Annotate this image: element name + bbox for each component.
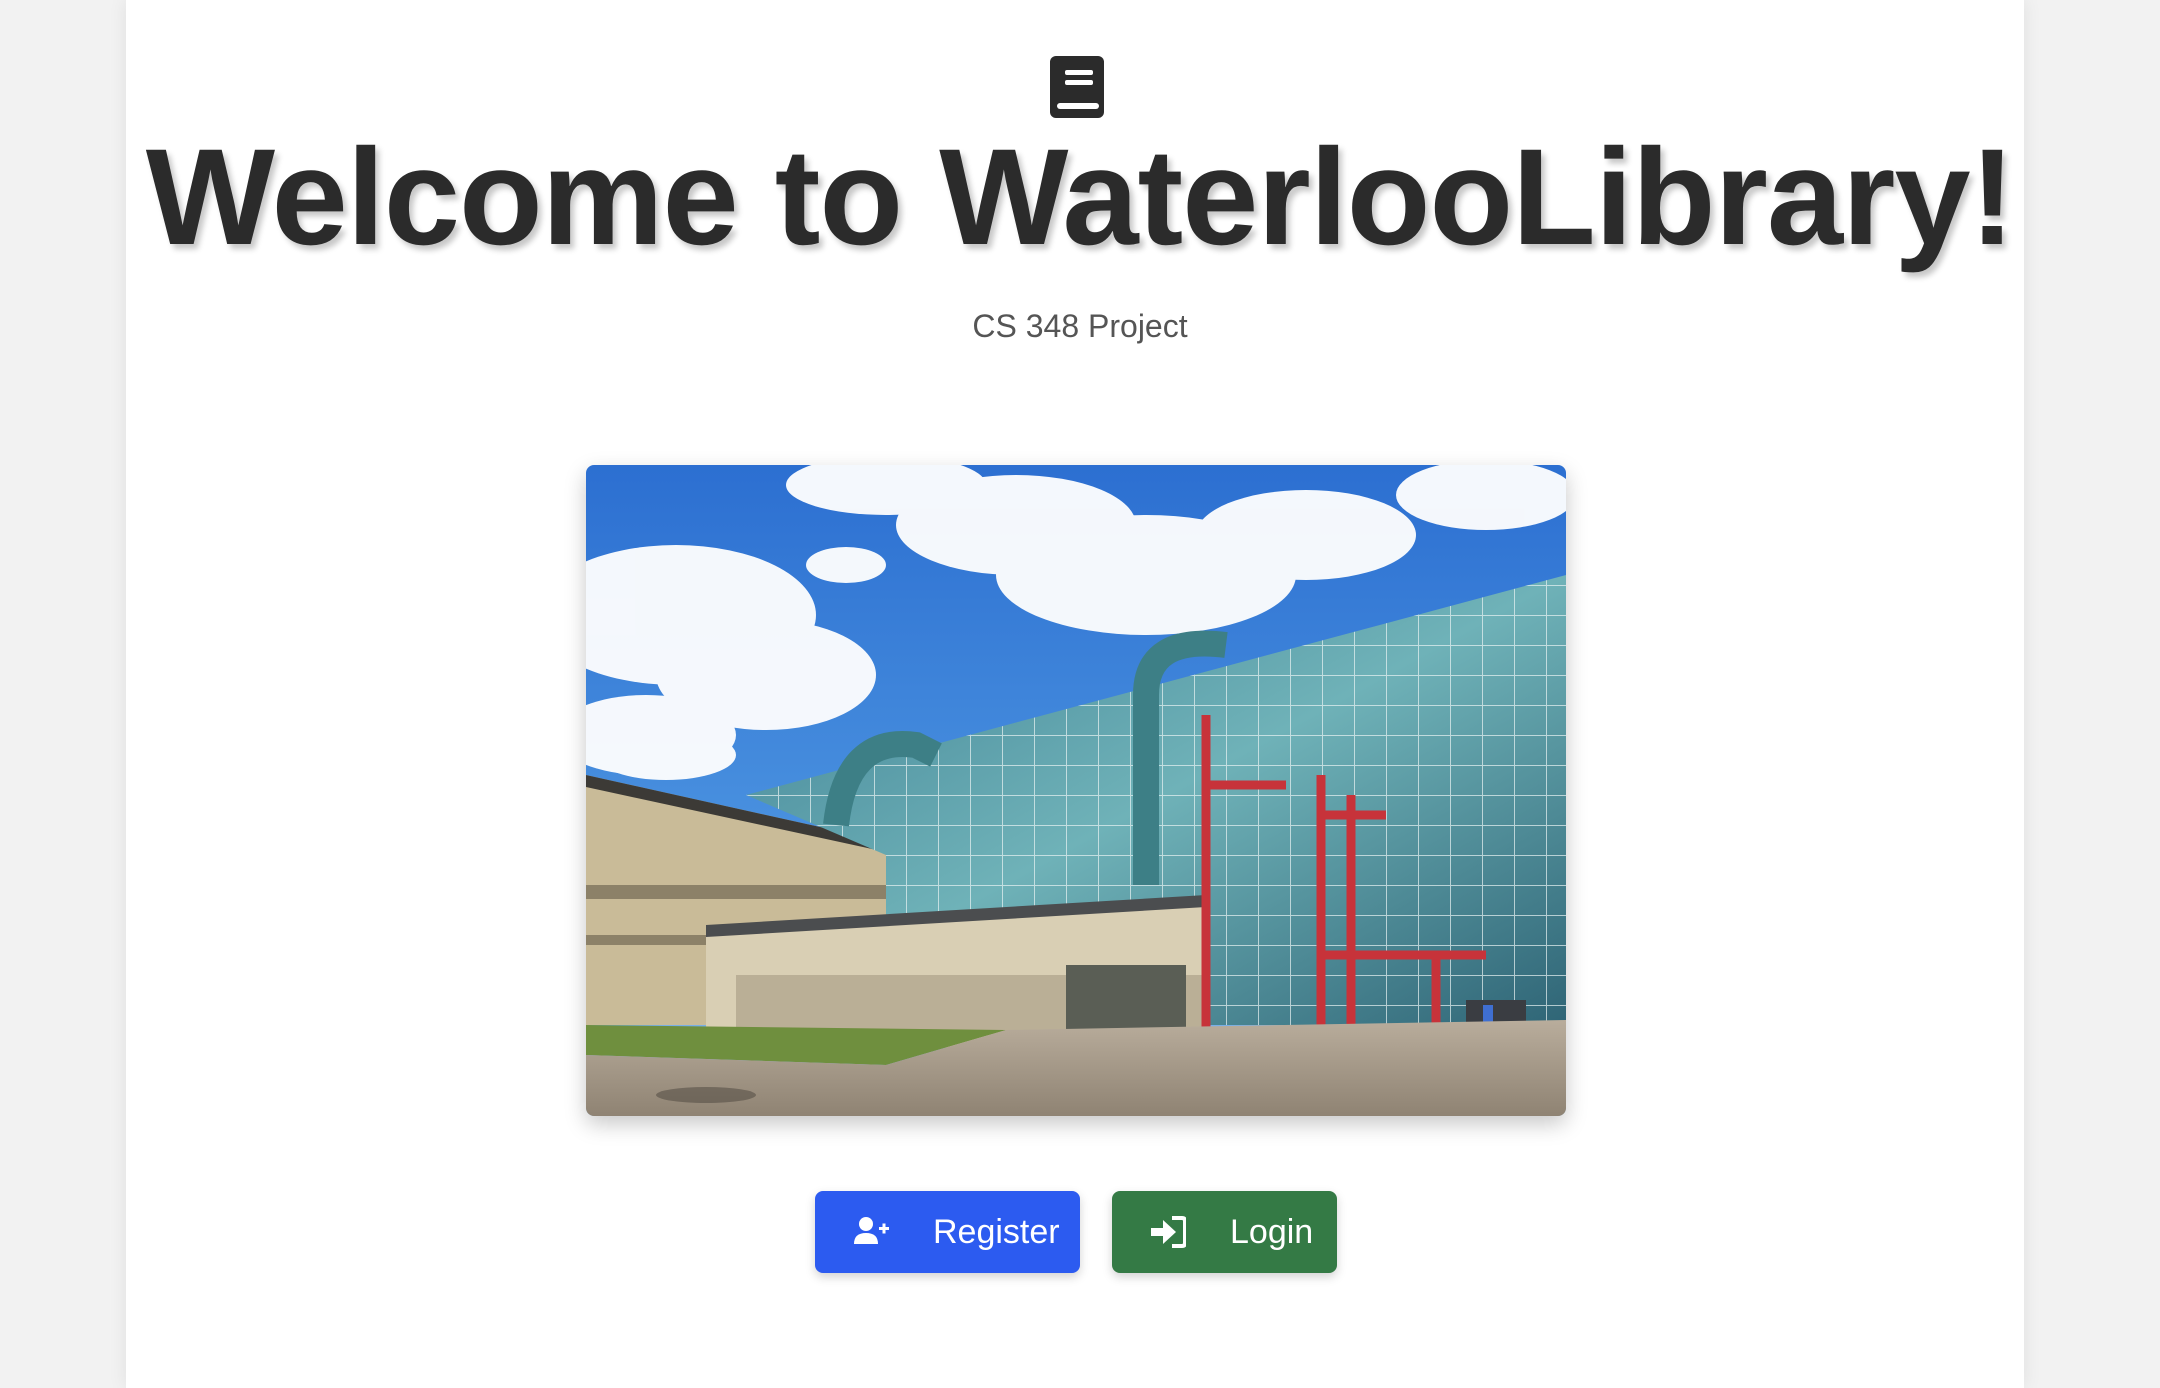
sign-in-icon: [1150, 1214, 1187, 1250]
register-button[interactable]: Register: [815, 1191, 1080, 1273]
page-subtitle: CS 348 Project: [972, 308, 1188, 344]
register-label: Register: [933, 1212, 1060, 1251]
login-label: Login: [1230, 1212, 1314, 1251]
book-icon: [1048, 54, 1106, 120]
login-button[interactable]: Login: [1112, 1191, 1337, 1273]
page-title: Welcome to WaterlooLibrary!: [145, 121, 2015, 274]
library-building-photo: [586, 465, 1566, 1116]
user-plus-icon: [853, 1214, 889, 1250]
